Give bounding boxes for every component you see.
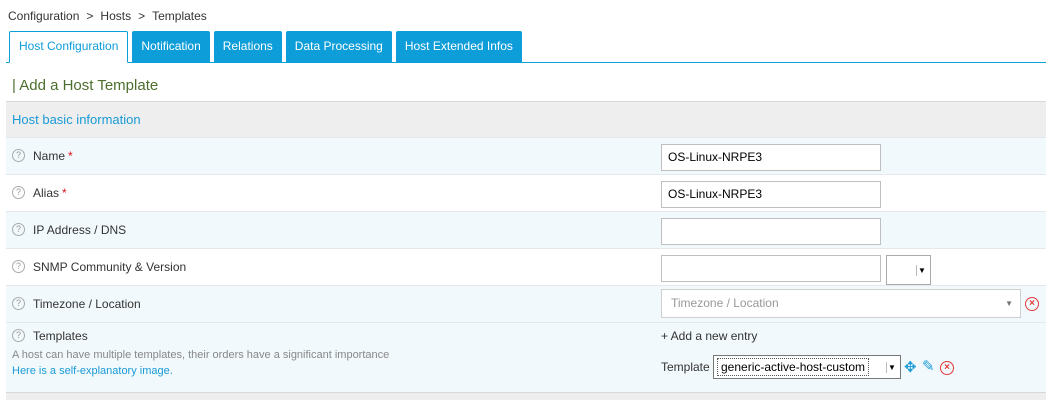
required-mark: * — [62, 186, 67, 200]
tab-bar: Host Configuration Notification Relation… — [9, 31, 526, 63]
templates-label: Templates — [33, 329, 88, 343]
breadcrumb-hosts[interactable]: Hosts — [100, 9, 131, 23]
row-ip: ? IP Address / DNS — [6, 211, 1046, 248]
templates-help-link[interactable]: Here is a self-explanatory image. — [12, 365, 173, 377]
section-header: Host basic information — [6, 101, 1046, 137]
row-alias: ? Alias * OS-Linux-NRPE3 — [6, 174, 1046, 211]
remove-icon[interactable]: × — [940, 361, 954, 375]
row-timezone: ? Timezone / Location Timezone / Locatio… — [6, 285, 1046, 322]
snmp-version-select[interactable]: ▼ — [886, 255, 931, 285]
alias-field[interactable]: OS-Linux-NRPE3 — [661, 181, 881, 208]
help-icon[interactable]: ? — [12, 149, 25, 162]
page-title: | Add a Host Template — [12, 77, 159, 94]
ip-field[interactable] — [661, 218, 881, 245]
timezone-placeholder: Timezone / Location — [671, 296, 779, 310]
name-field[interactable]: OS-Linux-NRPE3 — [661, 144, 881, 171]
chevron-down-icon: ▼ — [1005, 299, 1013, 308]
breadcrumb-templates[interactable]: Templates — [152, 9, 207, 23]
name-label: Name * — [33, 149, 73, 163]
template-label: Template — [661, 360, 710, 374]
breadcrumb-separator: > — [138, 9, 146, 23]
row-templates: ? Templates A host can have multiple tem… — [6, 322, 1046, 392]
breadcrumb-configuration[interactable]: Configuration — [8, 9, 79, 23]
templates-hint: A host can have multiple templates, thei… — [12, 349, 390, 361]
chevron-down-icon: ▼ — [916, 265, 927, 276]
edit-icon[interactable]: ✎ — [922, 357, 935, 375]
tab-data-processing[interactable]: Data Processing — [285, 31, 392, 62]
ip-label: IP Address / DNS — [33, 223, 127, 237]
tab-host-extended-infos[interactable]: Host Extended Infos — [395, 31, 522, 62]
template-select[interactable]: generic-active-host-custom ▼ — [713, 355, 901, 379]
section-footer — [6, 392, 1046, 400]
help-icon[interactable]: ? — [12, 297, 25, 310]
name-label-text: Name — [33, 149, 66, 163]
template-selected-value: generic-active-host-custom — [717, 358, 870, 376]
row-snmp: ? SNMP Community & Version ▼ — [6, 248, 1046, 285]
move-icon[interactable]: ✥ — [904, 358, 917, 376]
row-name: ? Name * OS-Linux-NRPE3 — [6, 137, 1046, 174]
help-icon[interactable]: ? — [12, 329, 25, 342]
breadcrumb-separator: > — [86, 9, 94, 23]
snmp-community-field[interactable] — [661, 255, 881, 282]
snmp-label: SNMP Community & Version — [33, 260, 187, 274]
tab-relations[interactable]: Relations — [213, 31, 282, 62]
chevron-down-icon: ▼ — [886, 362, 897, 373]
timezone-select[interactable]: Timezone / Location ▼ — [661, 289, 1021, 318]
host-form: Host basic information ? Name * OS-Linux-… — [6, 101, 1046, 400]
help-icon[interactable]: ? — [12, 186, 25, 199]
tab-host-configuration[interactable]: Host Configuration — [9, 31, 129, 63]
timezone-label: Timezone / Location — [33, 297, 141, 311]
alias-label: Alias * — [33, 186, 67, 200]
help-icon[interactable]: ? — [12, 260, 25, 273]
tab-notification[interactable]: Notification — [132, 31, 210, 62]
help-icon[interactable]: ? — [12, 223, 25, 236]
alias-label-text: Alias — [33, 186, 60, 200]
breadcrumb: Configuration > Hosts > Templates — [8, 9, 207, 23]
add-new-entry-link[interactable]: + Add a new entry — [661, 329, 757, 343]
remove-icon[interactable]: × — [1025, 297, 1039, 311]
required-mark: * — [68, 149, 73, 163]
